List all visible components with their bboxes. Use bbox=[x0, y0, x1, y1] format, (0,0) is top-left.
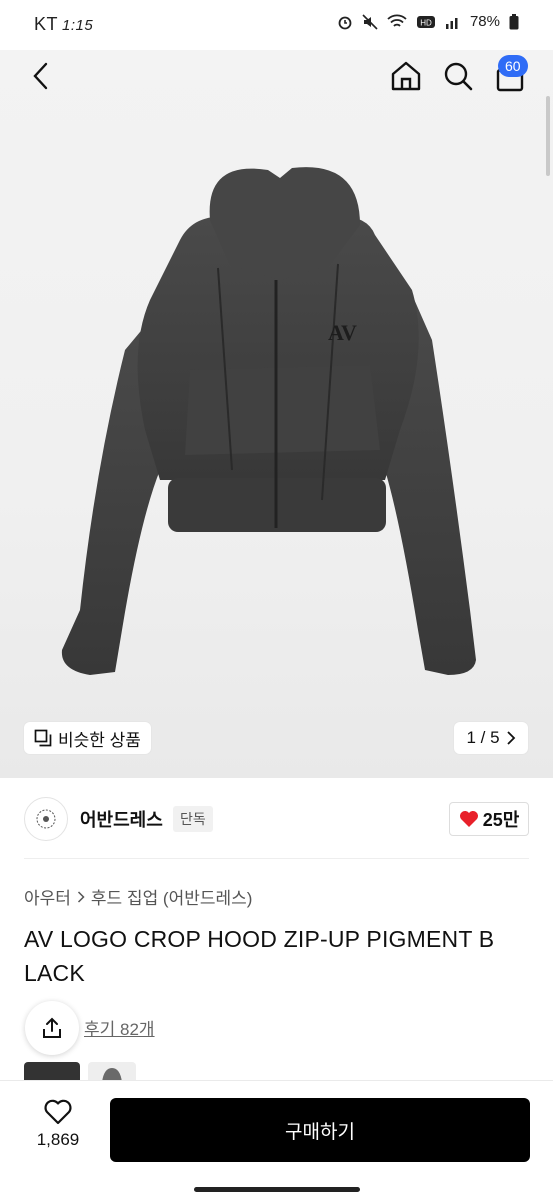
thumbnail-image bbox=[102, 1068, 122, 1082]
back-button[interactable] bbox=[26, 58, 56, 94]
hd-icon: HD bbox=[416, 15, 435, 28]
signal-icon bbox=[445, 17, 458, 29]
chevron-left-icon bbox=[33, 62, 48, 90]
breadcrumb: 아우터 후드 집업 (어반드레스) bbox=[24, 884, 252, 909]
alarm-icon bbox=[338, 16, 352, 29]
image-pager[interactable]: 1 / 5 bbox=[454, 722, 528, 754]
brand-name[interactable]: 어반드레스 bbox=[80, 806, 163, 832]
color-thumbnail-charcoal[interactable] bbox=[88, 1062, 136, 1082]
cart-count-badge: 60 bbox=[498, 55, 528, 77]
wifi-icon bbox=[387, 14, 407, 27]
hoodie-image: AV bbox=[61, 167, 476, 675]
carrier-label: KT bbox=[34, 14, 59, 34]
breadcrumb-category[interactable]: 아우터 bbox=[24, 884, 71, 909]
home-button[interactable] bbox=[388, 58, 424, 94]
copy-icon bbox=[34, 729, 52, 747]
status-icons: HD 78% bbox=[337, 13, 519, 30]
share-button[interactable] bbox=[25, 1001, 79, 1055]
home-icon bbox=[391, 61, 421, 91]
brand-like-button[interactable]: 25만 bbox=[449, 802, 529, 836]
brand-logo[interactable] bbox=[24, 797, 68, 841]
svg-text:HD: HD bbox=[420, 18, 432, 27]
product-image[interactable]: AV bbox=[0, 50, 553, 778]
breadcrumb-subcategory[interactable]: 후드 집업 (어반드레스) bbox=[91, 884, 253, 909]
buy-button[interactable]: 구매하기 bbox=[110, 1098, 530, 1162]
wishlist-count: 1,869 bbox=[36, 1130, 80, 1149]
scrollbar[interactable] bbox=[546, 96, 550, 176]
review-link[interactable]: 후기 82개 bbox=[84, 1015, 155, 1040]
chevron-right-icon bbox=[506, 731, 515, 745]
status-carrier: KT 1:15 bbox=[34, 14, 93, 35]
exclusive-tag: 단독 bbox=[173, 806, 213, 832]
color-thumbnail-black[interactable] bbox=[24, 1062, 80, 1082]
heart-outline-icon bbox=[44, 1099, 72, 1125]
page-indicator: 1 / 5 bbox=[466, 728, 500, 747]
mute-icon bbox=[362, 13, 378, 30]
battery-percent: 78% bbox=[469, 13, 500, 30]
search-icon bbox=[444, 62, 473, 91]
share-icon bbox=[43, 1017, 61, 1038]
brand-like-count: 25만 bbox=[482, 810, 520, 830]
svg-text:AV: AV bbox=[328, 320, 357, 345]
status-time: 1:15 bbox=[62, 17, 94, 34]
search-button[interactable] bbox=[440, 58, 476, 94]
chevron-right-icon bbox=[77, 890, 85, 903]
product-title: AV LOGO CROP HOOD ZIP-UP PIGMENT B LACK bbox=[24, 926, 495, 986]
heart-filled-icon bbox=[459, 811, 478, 827]
divider bbox=[24, 858, 529, 859]
wishlist-button[interactable]: 1,869 bbox=[28, 1098, 88, 1162]
home-indicator[interactable] bbox=[194, 1187, 360, 1192]
buy-button-label: 구매하기 bbox=[285, 1121, 355, 1143]
status-bar: KT 1:15 HD 78% bbox=[0, 0, 553, 50]
similar-products-button[interactable]: 비슷한 상품 bbox=[24, 722, 151, 754]
brand-emblem-icon bbox=[36, 809, 56, 829]
battery-icon bbox=[509, 13, 519, 29]
similar-products-label: 비슷한 상품 bbox=[58, 730, 141, 750]
